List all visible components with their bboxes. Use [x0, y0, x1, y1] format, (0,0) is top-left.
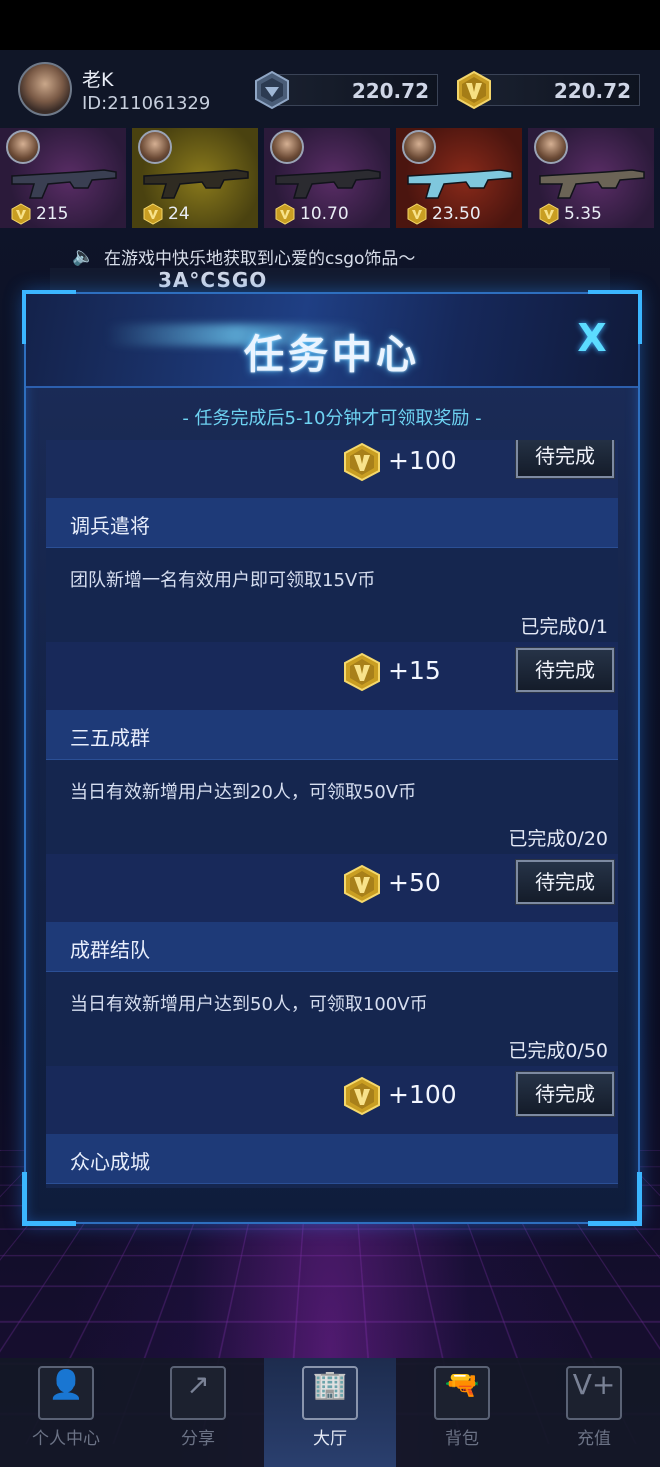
task-header: 成群结队: [46, 922, 618, 972]
item-card[interactable]: 23.50: [396, 128, 522, 228]
nav-glyph: 🔫: [444, 1368, 480, 1401]
pending-button[interactable]: 待完成: [515, 440, 615, 479]
v-coin-icon: [143, 203, 163, 225]
nav-item-1[interactable]: ↗ 分享: [132, 1358, 264, 1467]
task-reward-row: +100 待完成: [46, 440, 618, 498]
nav-label: 分享: [181, 1429, 215, 1449]
item-price: 215: [36, 204, 69, 224]
nav-label: 背包: [445, 1429, 479, 1449]
v-coin-icon: [344, 442, 380, 482]
weapon-icon: [143, 169, 249, 199]
nav-item-0[interactable]: 👤 个人中心: [0, 1358, 132, 1467]
task-header: 三五成群: [46, 710, 618, 760]
nav-glyph: ↗: [186, 1368, 210, 1401]
nav-item-3[interactable]: 🔫 背包: [396, 1358, 528, 1467]
status-bar: [0, 0, 660, 50]
v-coin-icon: [457, 70, 491, 110]
weapon-icon: [11, 169, 117, 199]
dialog-title: 任务中心: [244, 332, 420, 378]
pending-button[interactable]: 待完成: [515, 647, 615, 693]
v-coin-icon: [344, 1076, 380, 1116]
nav-label: 个人中心: [32, 1429, 100, 1449]
weapon-icon: [275, 169, 381, 199]
reward-value: +15: [388, 656, 441, 685]
coin-balance[interactable]: 220.72: [457, 70, 640, 110]
item-card[interactable]: 24: [132, 128, 258, 228]
close-button[interactable]: X: [572, 318, 612, 358]
nav-item-4[interactable]: V+ 充值: [528, 1358, 660, 1467]
task-body: 当日有效新增用户达到20人，可领取50V币 已完成0/20 +50 待完成: [46, 760, 618, 922]
task-body: [46, 1184, 618, 1188]
user-id: ID:211061329: [82, 93, 211, 114]
task-progress: 已完成0/50: [508, 1040, 608, 1062]
nav-glyph: V+: [572, 1368, 616, 1401]
logo-text: 3A°CSGO: [158, 268, 268, 292]
task-body: 当日有效新增用户达到50人，可领取100V币 已完成0/50 +100 待完成: [46, 972, 618, 1134]
item-card[interactable]: 10.70: [264, 128, 390, 228]
pending-button[interactable]: 待完成: [515, 1071, 615, 1117]
task-header: 众心成城: [46, 1134, 618, 1184]
v-coin-icon: [344, 864, 380, 904]
item-price: 24: [168, 204, 190, 224]
nav-label: 大厅: [313, 1429, 347, 1449]
dialog-header: 任务中心 X: [26, 294, 638, 388]
task-progress: 已完成0/20: [508, 828, 608, 850]
weapon-icon: [407, 169, 513, 199]
task-header: 调兵遣将: [46, 498, 618, 548]
task-description: 当日有效新增用户达到50人，可领取100V币: [70, 994, 428, 1015]
v-coin-icon: [11, 203, 31, 225]
pending-button[interactable]: 待完成: [515, 859, 615, 905]
nav-item-2[interactable]: 🏢 大厅: [264, 1358, 396, 1467]
reward-notice: - 任务完成后5-10分钟才可领取奖励 -: [182, 408, 482, 429]
v-coin-icon: [275, 203, 295, 225]
task-description: 团队新增一名有效用户即可领取15V币: [70, 570, 376, 591]
v-coin-icon: [539, 203, 559, 225]
task-progress: 已完成0/1: [520, 616, 608, 638]
recent-drops-strip: 215 24 10.70 23.50 5.35: [0, 128, 660, 228]
nav-glyph: 👤: [48, 1368, 84, 1401]
diamond-balance[interactable]: 220.72: [255, 70, 438, 110]
diamond-icon: [255, 70, 289, 110]
item-price: 10.70: [300, 204, 349, 224]
item-price: 23.50: [432, 204, 481, 224]
announcement-text: 在游戏中快乐地获取到心爱的csgo饰品～: [104, 249, 416, 269]
bottom-nav: 👤 个人中心 ↗ 分享 🏢 大厅 🔫 背包 V+ 充值: [0, 1358, 660, 1467]
reward-value: +50: [388, 868, 441, 897]
v-coin-icon: [407, 203, 427, 225]
task-list[interactable]: +100 待完成 调兵遣将 团队新增一名有效用户即可领取15V币 已完成0/1 …: [46, 440, 618, 1188]
speaker-icon: 🔈: [72, 246, 95, 267]
diamond-balance-value: 220.72: [351, 79, 429, 103]
task-title: 调兵遣将: [70, 514, 150, 538]
user-header: 老K ID:211061329 220.72 220.72: [0, 50, 660, 128]
coin-balance-value: 220.72: [553, 79, 631, 103]
item-card[interactable]: 215: [0, 128, 126, 228]
task-title: 成群结队: [70, 938, 150, 962]
task-title: 三五成群: [70, 726, 150, 750]
task-body: 团队新增一名有效用户即可领取15V币 已完成0/1 +15 待完成: [46, 548, 618, 710]
nav-label: 充值: [577, 1429, 611, 1449]
task-center-dialog: 任务中心 X - 任务完成后5-10分钟才可领取奖励 - +100 待完成 调兵…: [22, 290, 642, 1226]
nav-glyph: 🏢: [312, 1368, 348, 1401]
item-price: 5.35: [564, 204, 602, 224]
item-card[interactable]: 5.35: [528, 128, 654, 228]
user-name: 老K: [82, 69, 114, 91]
task-description: 当日有效新增用户达到20人，可领取50V币: [70, 782, 417, 803]
reward-value: +100: [388, 446, 457, 475]
task-title: 众心成城: [70, 1150, 150, 1174]
avatar[interactable]: [18, 62, 72, 116]
weapon-icon: [539, 169, 645, 199]
reward-value: +100: [388, 1080, 457, 1109]
v-coin-icon: [344, 652, 380, 692]
